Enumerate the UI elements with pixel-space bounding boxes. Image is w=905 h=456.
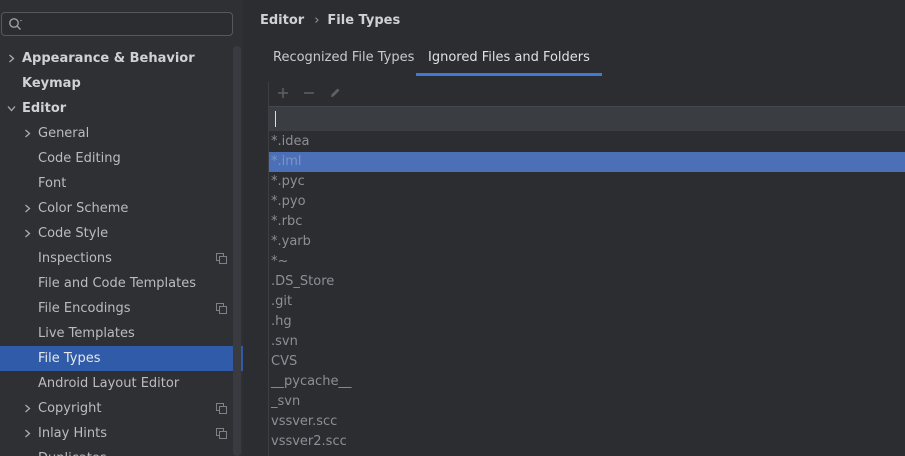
plus-icon[interactable]: [276, 86, 290, 100]
sidebar-item-appearance-behavior[interactable]: Appearance & Behavior: [0, 46, 243, 71]
sidebar-item-label: Appearance & Behavior: [22, 51, 195, 66]
sidebar-item-label: Duplicates: [38, 446, 107, 456]
search-icon: [9, 18, 22, 30]
sidebar-item-color-scheme[interactable]: Color Scheme: [0, 196, 243, 221]
sidebar-item-label: General: [38, 126, 90, 141]
sidebar-item-live-templates[interactable]: Live Templates: [0, 321, 243, 346]
settings-window: Appearance & Behavior Keymap Editor General…: [0, 0, 905, 456]
tab-recognized-file-types[interactable]: Recognized File Types: [261, 45, 426, 73]
sidebar-item-inlay-hints[interactable]: Inlay Hints: [0, 421, 243, 446]
chevron-right-icon[interactable]: [23, 429, 32, 438]
settings-tree: Appearance & Behavior Keymap Editor General…: [0, 46, 243, 456]
list-item[interactable]: .svn: [269, 332, 905, 352]
search-input[interactable]: [26, 15, 230, 35]
tab-ignored-files-and-folders[interactable]: Ignored Files and Folders: [416, 45, 602, 76]
list-item[interactable]: *.iml: [269, 152, 905, 172]
sidebar-item-label: File and Code Templates: [38, 276, 196, 291]
chevron-right-icon[interactable]: [23, 404, 32, 413]
sidebar-item-label: Android Layout Editor: [38, 376, 180, 391]
list-item[interactable]: CVS: [269, 352, 905, 372]
list-toolbar: [269, 82, 905, 106]
list-item[interactable]: *.idea: [269, 132, 905, 152]
list-item[interactable]: *.pyc: [269, 172, 905, 192]
project-scope-icon: [216, 303, 227, 314]
sidebar-item-label: Live Templates: [38, 326, 135, 341]
chevron-right-icon[interactable]: [7, 54, 16, 63]
project-scope-icon: [216, 253, 227, 264]
list-item[interactable]: *.pyo: [269, 192, 905, 212]
sidebar-item-label: Font: [38, 176, 67, 191]
chevron-down-icon[interactable]: [7, 104, 16, 113]
list-item[interactable]: vssver.scc: [269, 412, 905, 432]
sidebar-item-file-types[interactable]: File Types: [0, 346, 243, 371]
sidebar-item-duplicates[interactable]: Duplicates: [0, 446, 243, 456]
sidebar-item-android-layout-editor[interactable]: Android Layout Editor: [0, 371, 243, 396]
sidebar-item-label: File Encodings: [38, 301, 131, 316]
project-scope-icon: [216, 403, 227, 414]
list-item[interactable]: .DS_Store: [269, 272, 905, 292]
list-item[interactable]: __pycache__: [269, 372, 905, 392]
chevron-right-icon[interactable]: [23, 129, 32, 138]
sidebar-item-file-encodings[interactable]: File Encodings: [0, 296, 243, 321]
sidebar-item-keymap[interactable]: Keymap: [0, 71, 243, 96]
breadcrumb-separator: ›: [314, 13, 320, 28]
sidebar-item-code-editing[interactable]: Code Editing: [0, 146, 243, 171]
sidebar-item-label: Editor: [22, 101, 67, 116]
sidebar-item-font[interactable]: Font: [0, 171, 243, 196]
list-item[interactable]: vssver2.scc: [269, 432, 905, 452]
list-item[interactable]: *~: [269, 252, 905, 272]
sidebar-item-inspections[interactable]: Inspections: [0, 246, 243, 271]
list-item[interactable]: .git: [269, 292, 905, 312]
sidebar-item-file-and-code-templates[interactable]: File and Code Templates: [0, 271, 243, 296]
settings-sidebar: Appearance & Behavior Keymap Editor General…: [0, 0, 243, 456]
chevron-right-icon[interactable]: [23, 229, 32, 238]
sidebar-item-label: Code Style: [38, 226, 109, 241]
breadcrumb-parent[interactable]: Editor: [260, 13, 304, 28]
sidebar-item-copyright[interactable]: Copyright: [0, 396, 243, 421]
sidebar-item-label: File Types: [38, 351, 101, 366]
ignored-pattern-input[interactable]: [274, 109, 898, 129]
sidebar-item-label: Inspections: [38, 251, 112, 266]
list-item[interactable]: *.yarb: [269, 232, 905, 252]
ignored-patterns-list: *.idea *.iml *.pyc *.pyo *.rbc *.yarb *~ .DS_St…: [269, 132, 905, 452]
sidebar-item-label: Inlay Hints: [38, 426, 107, 441]
list-item[interactable]: *.rbc: [269, 212, 905, 232]
sidebar-item-editor[interactable]: Editor: [0, 96, 243, 121]
list-item[interactable]: _svn: [269, 392, 905, 412]
edit-row[interactable]: [269, 106, 905, 131]
ignored-files-panel: *.idea *.iml *.pyc *.pyo *.rbc *.yarb *~ .DS_St…: [268, 82, 905, 456]
list-item[interactable]: .hg: [269, 312, 905, 332]
breadcrumb: Editor › File Types: [260, 12, 400, 30]
breadcrumb-current: File Types: [327, 13, 401, 28]
minus-icon[interactable]: [302, 86, 316, 100]
sidebar-scrollbar[interactable]: [233, 46, 241, 456]
sidebar-item-label: Copyright: [38, 401, 102, 416]
pencil-icon[interactable]: [328, 86, 342, 100]
sidebar-item-label: Code Editing: [38, 151, 121, 166]
chevron-right-icon[interactable]: [23, 204, 32, 213]
sidebar-item-label: Color Scheme: [38, 201, 129, 216]
sidebar-item-general[interactable]: General: [0, 121, 243, 146]
main-panel: Editor › File Types Recognized File Types …: [243, 0, 905, 456]
project-scope-icon: [216, 428, 227, 439]
search-field[interactable]: [1, 12, 233, 36]
sidebar-item-code-style[interactable]: Code Style: [0, 221, 243, 246]
sidebar-item-label: Keymap: [22, 76, 81, 91]
